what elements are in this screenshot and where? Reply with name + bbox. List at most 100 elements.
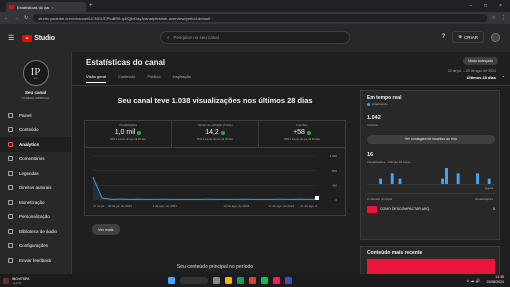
channel-avatar[interactable]: IP SITE [22,60,49,86]
metric-watch-time[interactable]: Tempo de exibição (horas) 14,2 50% a men… [172,121,259,147]
create-label: CRIAR [463,34,478,40]
search-input[interactable]: ⌕ Pesquise no seu canal [160,31,350,44]
spotify-icon[interactable] [261,277,268,284]
channel-label: Seu canal [24,90,46,95]
back-button[interactable]: ← [4,15,9,21]
live-subscriber-count-button[interactable]: Ver contagem de inscritos ao vivo [367,135,495,144]
channel-name: ITANEMA UBIRICIAL [21,96,50,100]
tab-0[interactable]: Visão geral [86,74,106,83]
top-content-heading: Seu conteúdo principal no período [176,264,254,270]
sidebar-item-4[interactable]: Legendas [0,166,71,181]
metric-subscribers[interactable]: Inscritos +58 59% a menos do que há 28 d… [259,121,345,147]
tab-2[interactable]: Público [147,74,160,83]
data-point [253,198,255,200]
tab-1[interactable]: Conteúdo [118,74,135,83]
data-point [137,198,139,200]
store-icon[interactable] [285,277,292,284]
top-video-row[interactable]: COMO DESCOMPACTAR ARQ... 6 [367,203,495,215]
data-point [235,198,237,200]
taskbar-search-icon[interactable] [180,277,208,284]
maximize-button[interactable]: □ [484,3,487,9]
sidebar-item-7[interactable]: Personalização [0,210,71,225]
data-point [173,198,175,200]
data-point [227,198,228,200]
studio-logo[interactable]: Studio [22,34,55,42]
realtime-bar [390,173,394,184]
series-line [92,177,318,200]
recent-video-thumbnail[interactable] [367,259,495,274]
data-point [271,198,273,200]
studio-header: ☰ Studio ⌕ Pesquise no seu canal ? ⊕ CRI… [0,24,510,52]
advanced-mode-button[interactable]: Modo avançado [463,57,498,65]
data-point [200,198,201,200]
realtime-bar-chart[interactable] [367,167,495,185]
top-video-title: COMO DESCOMPACTAR ARQ... [380,207,433,211]
sidebar-item-3[interactable]: Comentários [0,152,71,167]
x-tick-label: 4 de ago. de 2024 [153,204,178,208]
tab-3[interactable]: Inspiração [172,74,190,83]
edge-browser-icon[interactable] [237,277,244,284]
browser-toolbar: ← → ↻ studio.youtube.com/channel/UCNGUCP… [0,12,510,24]
check-icon [306,130,311,135]
create-button[interactable]: ⊕ CRIAR [452,31,484,43]
sidebar-item-icon [8,228,13,234]
reload-button[interactable]: ↻ [24,15,28,21]
youtube-favicon-icon [9,5,14,9]
realtime-subscribers: 1.042 [367,115,381,121]
app-icon[interactable] [273,277,280,284]
metric-views[interactable]: Visualizações 1,0 mil 53% a menos do que… [85,121,172,147]
system-tray-icons[interactable]: ∧ ☁ 🔊 [466,278,480,283]
minimize-button[interactable]: – [469,3,472,9]
browser-menu-icon[interactable]: ⋮ [501,15,506,21]
stock-change: -0,17% [12,280,22,285]
sidebar-item-0[interactable]: Painel [0,108,71,123]
browser-tab[interactable]: Estatísticas do canal - YouTube × [6,2,86,12]
divider [367,193,495,194]
search-icon: ⌕ [167,35,170,40]
file-explorer-icon[interactable] [225,277,232,284]
forward-button[interactable]: → [14,15,19,21]
sidebar-item-10[interactable]: Enviar feedback [0,253,71,268]
latest-point-marker[interactable] [315,196,319,200]
search-placeholder: Pesquise no seu canal [173,35,219,40]
series-area [93,177,317,200]
task-view-icon[interactable] [213,277,220,284]
account-avatar[interactable] [491,32,500,42]
views-line-chart[interactable]: 1.200 800 400 0 27 de jul. 30 de jul. de 2024… [85,148,347,216]
taskbar-clock[interactable]: 13:35 23/08/2024 [486,275,504,285]
new-tab-button[interactable]: + [89,3,93,9]
help-icon[interactable]: ? [442,34,445,40]
stock-name: IBOVESPA [12,276,30,281]
channel-avatar-initials: IP [30,66,41,78]
sidebar-item-6[interactable]: Monetização [0,195,71,210]
bookmark-star-icon[interactable]: ☆ [492,15,496,21]
data-point [119,198,121,200]
period-label: Últimos 28 dias [466,74,496,80]
realtime-axis-now: Agora [484,186,493,190]
sidebar-item-label: Enviar feedback [19,257,52,263]
overview-headline: Seu canal teve 1.038 visualizações nos ú… [117,96,313,105]
metric-note: 53% a menos do que há 28 dias [110,138,146,141]
windows-start-icon[interactable] [168,277,175,284]
sidebar-item-9[interactable]: Configurações [0,239,71,254]
chevron-down-icon: ⌄ [501,73,505,78]
address-bar[interactable]: studio.youtube.com/channel/UCNGUCPtuBR8-… [33,14,487,22]
stock-widget[interactable]: IBOVESPA -0,17% [3,277,29,285]
youtube-play-icon [22,34,33,42]
sidebar-item-label: Configurações [19,243,49,249]
recent-content-panel: Conteúdo mais recente [360,246,500,274]
data-point [164,198,166,200]
sidebar-item-1[interactable]: Conteúdo [0,123,71,138]
hamburger-menu-icon[interactable]: ☰ [8,34,14,42]
see-more-button[interactable]: Ver mais [92,224,120,235]
sidebar-item-2[interactable]: Analytics [0,137,71,152]
tab-close-icon[interactable]: × [52,5,84,10]
sidebar-item-5[interactable]: Direitos autorais [0,181,71,196]
chrome-browser-icon[interactable] [249,277,256,284]
sidebar-item-8[interactable]: Biblioteca de áudio [0,224,71,239]
data-point [307,198,309,200]
top-content-header: Conteúdo principal [367,197,393,201]
date-range-picker[interactable]: 22 de jul. – 23 de ago. de 2024 Últimos … [448,69,505,81]
close-window-button[interactable]: × [499,3,502,9]
y-tick-label: 1.200 [329,154,337,158]
